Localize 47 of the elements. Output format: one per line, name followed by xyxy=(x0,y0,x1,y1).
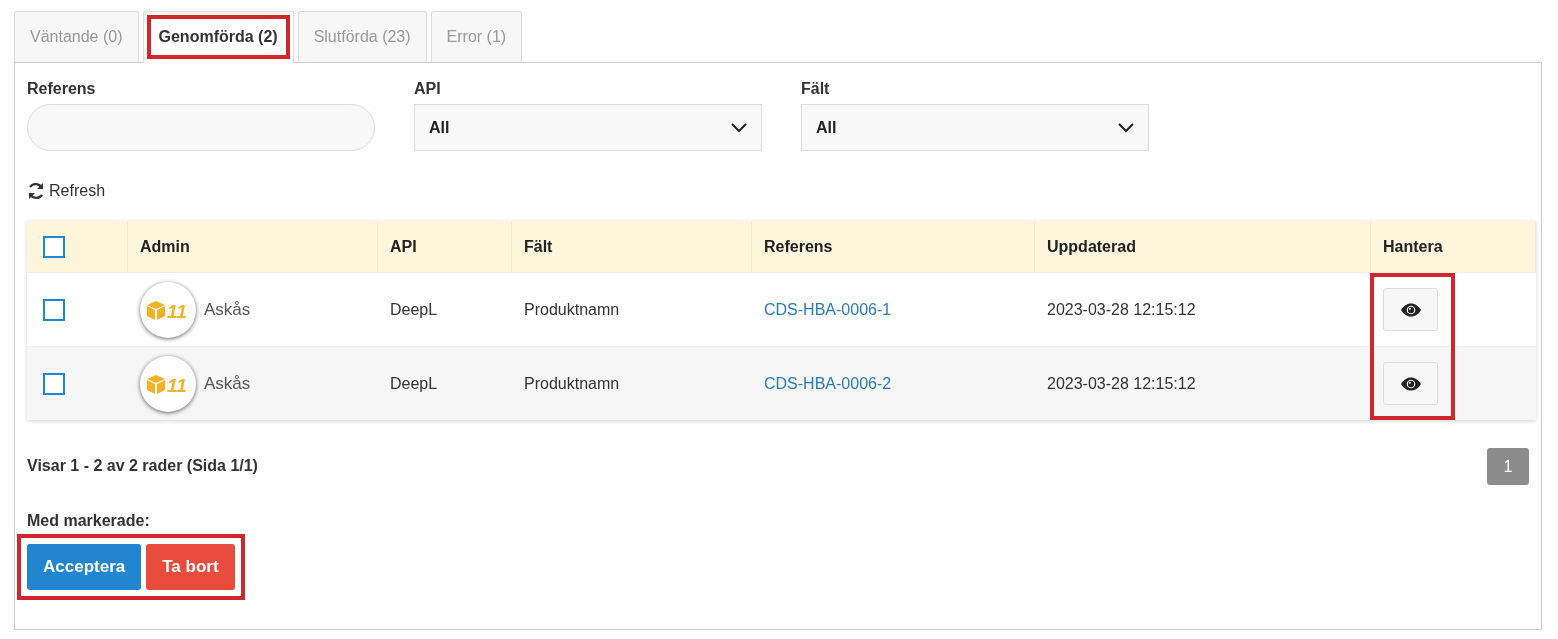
row-checkbox[interactable] xyxy=(43,298,65,321)
select-value: All xyxy=(429,117,450,138)
table-cell: DeepL xyxy=(390,374,438,392)
row-checkbox[interactable] xyxy=(43,372,65,395)
summary-text: Visar 1 - 2 av 2 rader (Sida 1/1) xyxy=(27,456,258,476)
column-header: Admin xyxy=(140,236,190,257)
table-cell: Produktnamn xyxy=(524,300,620,318)
select-value: All xyxy=(816,117,837,138)
field-label: Referens xyxy=(27,79,97,99)
view-button[interactable] xyxy=(1383,288,1438,331)
chevron-down-icon xyxy=(1118,122,1134,133)
reference-link[interactable]: CDS-HBA-0006-1 xyxy=(764,300,892,318)
field-label: API xyxy=(414,79,442,99)
column-header: Fält xyxy=(524,236,553,257)
select-all-checkbox[interactable] xyxy=(43,235,65,258)
tab[interactable]: Error (1) xyxy=(430,11,523,62)
table-cell: 2023-03-28 12:15:12 xyxy=(1047,300,1196,318)
reference-link[interactable]: CDS-HBA-0006-2 xyxy=(764,374,892,392)
tab[interactable]: Väntande (0) xyxy=(14,11,139,62)
column-header: Uppdaterad xyxy=(1047,236,1136,257)
eye-icon xyxy=(1399,302,1422,317)
reference-input[interactable] xyxy=(27,104,375,151)
admin-name: Askås xyxy=(204,372,251,395)
avatar-logo: 11 xyxy=(140,355,196,412)
admin-name: Askås xyxy=(204,298,251,321)
avatar-logo: 11 xyxy=(140,281,196,338)
refresh-icon xyxy=(27,182,45,200)
column-header: Hantera xyxy=(1383,236,1443,257)
tab[interactable]: Slutförda (23) xyxy=(297,11,427,62)
action-button[interactable]: Acceptera xyxy=(27,544,142,590)
page-button[interactable]: 1 xyxy=(1487,448,1529,485)
table-cell: 2023-03-28 12:15:12 xyxy=(1047,374,1196,392)
select-field[interactable]: All xyxy=(414,104,762,151)
table-cell: Produktnamn xyxy=(524,374,620,392)
column-header: API xyxy=(390,236,417,257)
tab[interactable]: Genomförda (2) xyxy=(142,11,294,63)
refresh-label: Refresh xyxy=(49,181,106,201)
action-button[interactable]: Ta bort xyxy=(146,544,235,590)
refresh-link[interactable]: Refresh xyxy=(27,179,106,203)
view-button[interactable] xyxy=(1383,362,1438,405)
field-label: Fält xyxy=(801,79,831,99)
select-field[interactable]: All xyxy=(801,104,1149,151)
column-header: Referens xyxy=(764,236,833,257)
table-cell: DeepL xyxy=(390,300,438,318)
bulk-label: Med markerade: xyxy=(27,511,151,531)
eye-icon xyxy=(1399,376,1422,391)
chevron-down-icon xyxy=(731,122,747,133)
